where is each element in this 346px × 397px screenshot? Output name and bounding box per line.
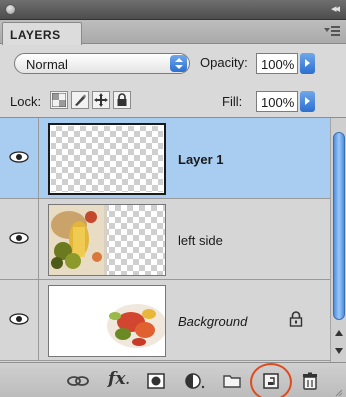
- tab-layers[interactable]: LAYERS: [2, 22, 82, 45]
- panel-menu-line: [331, 26, 340, 28]
- resize-grip-icon[interactable]: [335, 386, 343, 397]
- trash-icon[interactable]: [300, 371, 320, 391]
- folder-icon[interactable]: [222, 371, 242, 391]
- food-photo-plate-image: [49, 286, 165, 356]
- layer-name[interactable]: Background: [178, 314, 247, 329]
- panel-menu-icon[interactable]: [324, 25, 340, 37]
- blend-mode-select[interactable]: Normal: [14, 53, 190, 74]
- layer-lock-icon: [289, 311, 303, 330]
- visibility-eye-icon[interactable]: [4, 226, 34, 252]
- blend-row: Normal Opacity: 100%: [0, 44, 346, 84]
- new-layer-highlight-circle: [250, 363, 292, 397]
- layer-row-left-side[interactable]: left side: [0, 199, 330, 280]
- layers-scrollbar[interactable]: [330, 118, 346, 362]
- close-dot-icon[interactable]: [5, 4, 16, 15]
- food-photo-left-half-image: [49, 205, 107, 275]
- column-divider: [38, 199, 39, 280]
- select-arrows-icon: [170, 55, 187, 72]
- visibility-eye-icon[interactable]: [4, 145, 34, 171]
- adjustment-layer-icon[interactable]: [184, 371, 205, 391]
- lock-row: Lock: Fill: 100%: [0, 84, 346, 118]
- link-layers-icon[interactable]: [66, 371, 89, 391]
- fill-slider-button[interactable]: [300, 91, 315, 112]
- panel-menu-line: [331, 34, 340, 36]
- collapse-icon[interactable]: ◂◂: [331, 2, 340, 15]
- tab-row: LAYERS: [0, 20, 346, 45]
- fill-label: Fill:: [222, 94, 243, 109]
- column-divider: [38, 118, 39, 199]
- column-divider: [38, 280, 39, 361]
- layer-thumbnail[interactable]: [48, 123, 166, 195]
- layer-thumbnail[interactable]: [48, 285, 166, 357]
- lock-label: Lock:: [10, 94, 42, 109]
- fill-field[interactable]: 100%: [256, 91, 298, 112]
- scroll-down-arrow-icon[interactable]: [335, 348, 343, 354]
- layer-thumbnail[interactable]: [48, 204, 166, 276]
- layer-mask-icon[interactable]: [146, 371, 166, 391]
- scroll-up-arrow-icon[interactable]: [335, 330, 343, 336]
- lock-image-pixels-icon[interactable]: [71, 91, 89, 109]
- layer-row-layer-1[interactable]: Layer 1: [0, 118, 330, 199]
- opacity-label: Opacity:: [200, 55, 248, 70]
- layer-row-background[interactable]: Background: [0, 280, 330, 361]
- fx-icon[interactable]: fx.: [108, 369, 130, 389]
- lock-position-icon[interactable]: [92, 91, 110, 109]
- bottom-toolbar: fx.: [0, 362, 346, 397]
- layers-list: Layer 1 left side Background: [0, 118, 330, 362]
- layer-name[interactable]: Layer 1: [178, 152, 224, 167]
- opacity-field[interactable]: 100%: [256, 53, 298, 74]
- blend-mode-value: Normal: [26, 57, 68, 72]
- panel-titlebar: ◂◂: [0, 0, 346, 20]
- scrollbar-thumb[interactable]: [333, 132, 345, 320]
- panel-menu-arrow: [324, 28, 330, 32]
- lock-all-icon[interactable]: [113, 91, 131, 109]
- lock-transparent-icon[interactable]: [50, 91, 68, 109]
- layer-name[interactable]: left side: [178, 233, 223, 248]
- opacity-slider-button[interactable]: [300, 53, 315, 74]
- panel-menu-line: [331, 30, 340, 32]
- visibility-eye-icon[interactable]: [4, 307, 34, 333]
